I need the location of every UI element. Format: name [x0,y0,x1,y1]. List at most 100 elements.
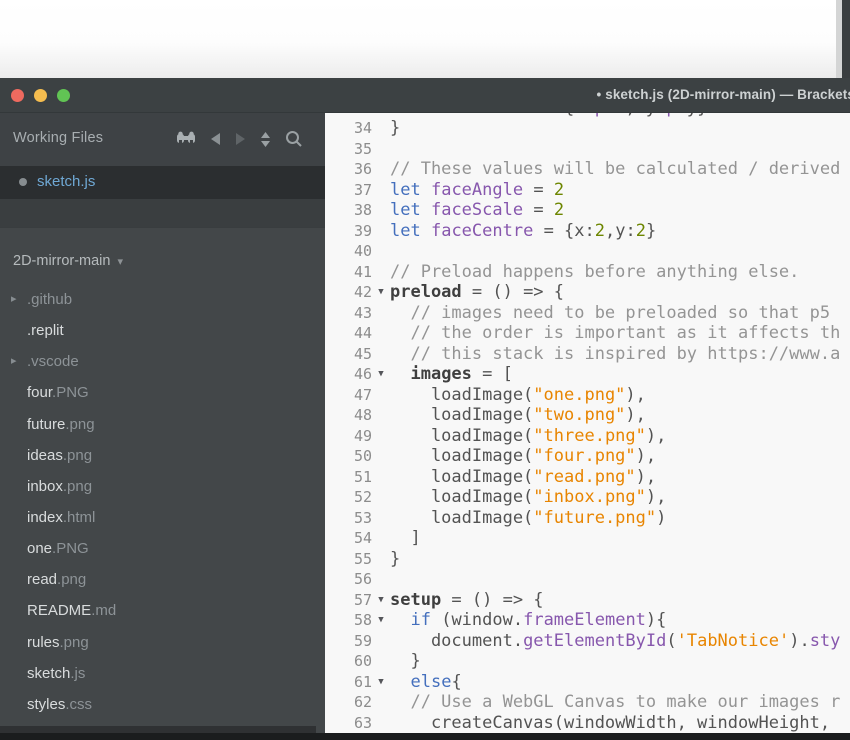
code-line-63[interactable]: 63 createCanvas(windowWidth, windowHeigh… [325,713,850,734]
code-line-42[interactable]: 42 ▼ preload = () => { [325,282,850,303]
tree-item-inbox-png[interactable]: inbox.png [0,473,325,504]
code-line-60[interactable]: 60 } [325,651,850,672]
code-line-47[interactable]: 47 loadImage("one.png"), [325,385,850,406]
line-number[interactable]: 44 [325,323,372,344]
code-line-45[interactable]: 45 // this stack is inspired by https://… [325,344,850,365]
code-line-55[interactable]: 55} [325,549,850,570]
tree-item-vscode[interactable]: ▸ .vscode [0,348,325,379]
line-number[interactable]: 61 [325,672,372,693]
code-line-38[interactable]: 38 let faceScale = 2 [325,200,850,221]
nav-back-icon[interactable] [210,132,221,146]
code-editor[interactable]: 33 faceCentre = {x:p.x, y:p.y}34}3536// … [325,113,850,733]
tree-item-future-png[interactable]: future.png [0,411,325,442]
code-line-53[interactable]: 53 loadImage("future.png") [325,508,850,529]
line-number[interactable]: 50 [325,446,372,467]
code-line-41[interactable]: 41 // Preload happens before anything els… [325,262,850,283]
code-line-36[interactable]: 36 // These values will be calculated / d… [325,159,850,180]
code-text: images = [ [410,364,513,384]
close-button[interactable] [11,89,24,102]
line-number[interactable]: 35 [325,139,372,160]
code-line-54[interactable]: 54 ] [325,528,850,549]
tree-item-README-md[interactable]: README.md [0,597,325,628]
tree-item-index-html[interactable]: index.html [0,504,325,535]
code-text: loadImage("three.png"), [390,425,667,446]
fold-arrow-icon[interactable]: ▼ [372,610,390,631]
tree-item-styles-css[interactable]: styles.css [0,691,325,722]
tree-item-four-PNG[interactable]: four.PNG [0,379,325,410]
find-in-files-icon[interactable] [176,131,196,147]
fold-arrow-icon[interactable]: ▼ [372,590,390,611]
line-number[interactable]: 36 [325,159,372,180]
chevron-right-icon[interactable]: ▸ [11,354,17,367]
line-number[interactable]: 39 [325,221,372,242]
line-number[interactable]: 34 [325,118,372,139]
line-number[interactable]: 37 [325,180,372,201]
code-line-51[interactable]: 51 loadImage("read.png"), [325,467,850,488]
code-line-49[interactable]: 49 loadImage("three.png"), [325,426,850,447]
search-icon[interactable] [285,130,303,148]
tree-item-replit[interactable]: .replit [0,317,325,348]
line-number[interactable]: 42 [325,282,372,303]
line-number[interactable]: 55 [325,549,372,570]
tree-item-label: README.md [27,602,117,620]
fold-arrow-icon[interactable]: ▼ [372,672,390,693]
code-line-44[interactable]: 44 // the order is important as it affec… [325,323,850,344]
tree-item-label: four.PNG [27,384,89,402]
code-line-48[interactable]: 48 loadImage("two.png"), [325,405,850,426]
fold-arrow-icon[interactable]: ▼ [372,364,390,385]
tree-item-label: index.html [27,508,96,526]
tree-item-ideas-png[interactable]: ideas.png [0,442,325,473]
chevron-right-icon[interactable]: ▸ [11,292,17,305]
line-number[interactable]: 43 [325,303,372,324]
line-number[interactable]: 51 [325,467,372,488]
line-number[interactable]: 60 [325,651,372,672]
line-number[interactable]: 57 [325,590,372,611]
working-file-sketch-js[interactable]: sketch.js [0,166,325,199]
code-line-61[interactable]: 61 ▼ else{ [325,672,850,693]
code-line-57[interactable]: 57 ▼ setup = () => { [325,590,850,611]
code-line-62[interactable]: 62 // Use a WebGL Canvas to make our ima… [325,692,850,713]
line-number[interactable]: 47 [325,385,372,406]
line-number[interactable]: 53 [325,508,372,529]
code-line-40[interactable]: 40 [325,241,850,262]
project-dropdown[interactable]: 2D-mirror-main ▾ [0,228,325,286]
minimize-button[interactable] [34,89,47,102]
line-number[interactable]: 41 [325,262,372,283]
code-line-35[interactable]: 35 [325,139,850,160]
line-number[interactable]: 56 [325,569,372,590]
line-number[interactable]: 38 [325,200,372,221]
line-number[interactable]: 52 [325,487,372,508]
code-line-56[interactable]: 56 [325,569,850,590]
line-number[interactable]: 46 [325,364,372,385]
line-number[interactable]: 59 [325,631,372,652]
code-line-43[interactable]: 43 // images need to be preloaded so tha… [325,303,850,324]
fold-arrow-icon[interactable]: ▼ [372,282,390,303]
line-number[interactable]: 62 [325,692,372,713]
code-line-52[interactable]: 52 loadImage("inbox.png"), [325,487,850,508]
code-line-58[interactable]: 58 ▼ if (window.frameElement){ [325,610,850,631]
nav-forward-icon[interactable] [235,132,246,146]
line-number[interactable]: 40 [325,241,372,262]
tree-item-label: future.png [27,415,95,433]
fold-gutter [372,303,390,324]
line-number[interactable]: 58 [325,610,372,631]
tree-item-one-PNG[interactable]: one.PNG [0,535,325,566]
line-number[interactable]: 49 [325,426,372,447]
line-number[interactable]: 63 [325,713,372,734]
tree-item-read-png[interactable]: read.png [0,566,325,597]
zoom-button[interactable] [57,89,70,102]
code-line-34[interactable]: 34} [325,118,850,139]
code-line-50[interactable]: 50 loadImage("four.png"), [325,446,850,467]
line-number[interactable]: 48 [325,405,372,426]
line-number[interactable]: 54 [325,528,372,549]
code-line-46[interactable]: 46 ▼ images = [ [325,364,850,385]
tree-item-label: styles.css [27,695,93,713]
code-line-37[interactable]: 37 let faceAngle = 2 [325,180,850,201]
tree-item-github[interactable]: ▸ .github [0,286,325,317]
code-line-39[interactable]: 39 let faceCentre = {x:2,y:2} [325,221,850,242]
tree-item-sketch-js[interactable]: sketch.js [0,660,325,691]
code-line-59[interactable]: 59 document.getElementById('TabNotice').… [325,631,850,652]
line-number[interactable]: 45 [325,344,372,365]
split-view-icon[interactable] [260,131,271,147]
tree-item-rules-png[interactable]: rules.png [0,629,325,660]
